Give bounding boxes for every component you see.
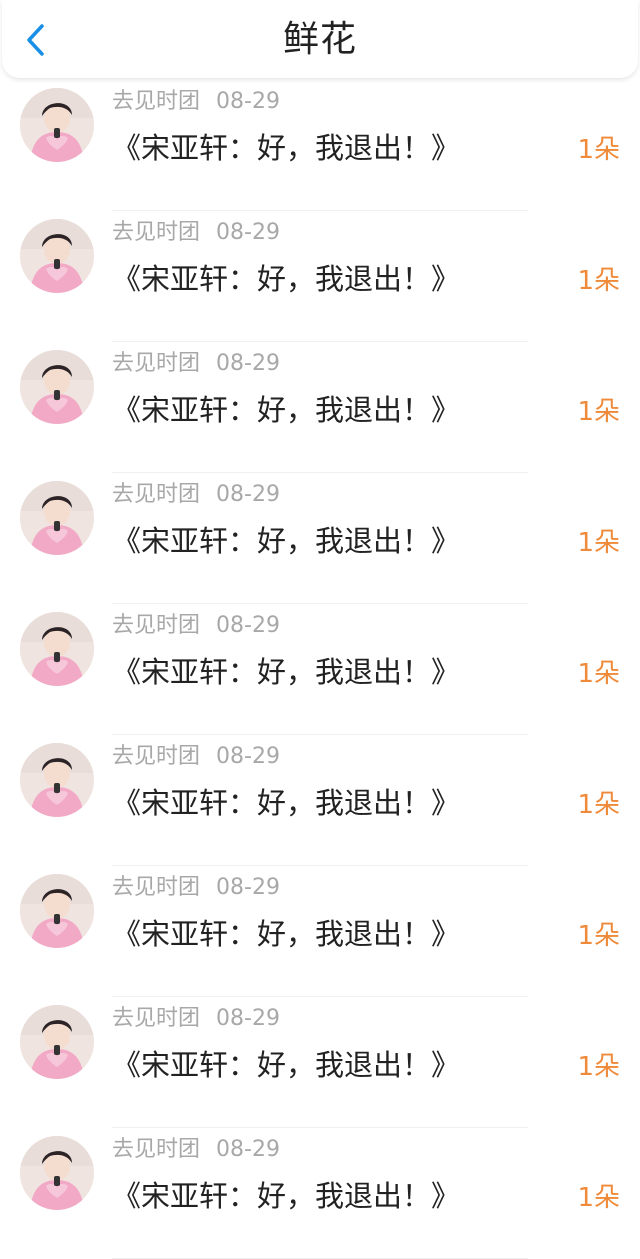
- flower-count: 1朵: [577, 790, 620, 820]
- flower-list: 去见时团 08-29 《宋亚轩：好，我退出！》 1朵 去见时团 08-29 《宋亚轩…: [0, 80, 640, 1259]
- item-meta: 去见时团 08-29: [112, 481, 280, 509]
- sender-name: 去见时团: [112, 1006, 201, 1031]
- sender-name: 去见时团: [112, 613, 201, 638]
- avatar[interactable]: [20, 350, 94, 424]
- sender-name: 去见时团: [112, 1137, 201, 1162]
- item-message: 《宋亚轩：好，我退出！》: [112, 917, 461, 951]
- flower-count: 1朵: [577, 397, 620, 427]
- sender-name: 去见时团: [112, 220, 201, 245]
- item-message: 《宋亚轩：好，我退出！》: [112, 262, 461, 296]
- flower-count: 1朵: [577, 921, 620, 951]
- sent-date: 08-29: [216, 1137, 280, 1162]
- item-message: 《宋亚轩：好，我退出！》: [112, 1179, 461, 1213]
- sender-name: 去见时团: [112, 351, 201, 376]
- list-item[interactable]: 去见时团 08-29 《宋亚轩：好，我退出！》 1朵: [0, 211, 640, 342]
- page-title: 鲜花: [282, 19, 357, 60]
- item-message: 《宋亚轩：好，我退出！》: [112, 655, 461, 689]
- item-meta: 去见时团 08-29: [112, 1005, 280, 1033]
- sent-date: 08-29: [216, 482, 280, 507]
- sent-date: 08-29: [216, 875, 280, 900]
- avatar[interactable]: [20, 1136, 94, 1210]
- item-message: 《宋亚轩：好，我退出！》: [112, 524, 461, 558]
- sender-name: 去见时团: [112, 744, 201, 769]
- avatar[interactable]: [20, 612, 94, 686]
- item-message: 《宋亚轩：好，我退出！》: [112, 786, 461, 820]
- user-avatar-image: [20, 743, 94, 817]
- avatar[interactable]: [20, 743, 94, 817]
- sender-name: 去见时团: [112, 875, 201, 900]
- avatar[interactable]: [20, 1005, 94, 1079]
- item-meta: 去见时团 08-29: [112, 612, 280, 640]
- list-item[interactable]: 去见时团 08-29 《宋亚轩：好，我退出！》 1朵: [0, 80, 640, 211]
- flower-count: 1朵: [577, 528, 620, 558]
- list-item[interactable]: 去见时团 08-29 《宋亚轩：好，我退出！》 1朵: [0, 473, 640, 604]
- user-avatar-image: [20, 1136, 94, 1210]
- item-meta: 去见时团 08-29: [112, 219, 280, 247]
- sent-date: 08-29: [216, 220, 280, 245]
- flower-count: 1朵: [577, 266, 620, 296]
- item-message: 《宋亚轩：好，我退出！》: [112, 1048, 461, 1082]
- item-message: 《宋亚轩：好，我退出！》: [112, 393, 461, 427]
- avatar[interactable]: [20, 88, 94, 162]
- list-item[interactable]: 去见时团 08-29 《宋亚轩：好，我退出！》 1朵: [0, 342, 640, 473]
- sent-date: 08-29: [216, 1006, 280, 1031]
- avatar[interactable]: [20, 874, 94, 948]
- sender-name: 去见时团: [112, 482, 201, 507]
- flower-count: 1朵: [577, 1183, 620, 1213]
- list-item[interactable]: 去见时团 08-29 《宋亚轩：好，我退出！》 1朵: [0, 866, 640, 997]
- sent-date: 08-29: [216, 744, 280, 769]
- user-avatar-image: [20, 1005, 94, 1079]
- sent-date: 08-29: [216, 89, 280, 114]
- list-item[interactable]: 去见时团 08-29 《宋亚轩：好，我退出！》 1朵: [0, 1128, 640, 1259]
- user-avatar-image: [20, 219, 94, 293]
- list-item[interactable]: 去见时团 08-29 《宋亚轩：好，我退出！》 1朵: [0, 735, 640, 866]
- item-meta: 去见时团 08-29: [112, 1136, 280, 1164]
- item-message: 《宋亚轩：好，我退出！》: [112, 131, 461, 165]
- flower-count: 1朵: [577, 1052, 620, 1082]
- sent-date: 08-29: [216, 613, 280, 638]
- sent-date: 08-29: [216, 351, 280, 376]
- user-avatar-image: [20, 88, 94, 162]
- avatar[interactable]: [20, 219, 94, 293]
- item-meta: 去见时团 08-29: [112, 743, 280, 771]
- user-avatar-image: [20, 350, 94, 424]
- flower-count: 1朵: [577, 659, 620, 689]
- item-meta: 去见时团 08-29: [112, 88, 280, 116]
- list-item[interactable]: 去见时团 08-29 《宋亚轩：好，我退出！》 1朵: [0, 997, 640, 1128]
- item-meta: 去见时团 08-29: [112, 350, 280, 378]
- item-meta: 去见时团 08-29: [112, 874, 280, 902]
- user-avatar-image: [20, 481, 94, 555]
- avatar[interactable]: [20, 481, 94, 555]
- user-avatar-image: [20, 874, 94, 948]
- top-bar: 鲜花: [2, 0, 638, 78]
- sender-name: 去见时团: [112, 89, 201, 114]
- user-avatar-image: [20, 612, 94, 686]
- list-item[interactable]: 去见时团 08-29 《宋亚轩：好，我退出！》 1朵: [0, 604, 640, 735]
- flower-count: 1朵: [577, 135, 620, 165]
